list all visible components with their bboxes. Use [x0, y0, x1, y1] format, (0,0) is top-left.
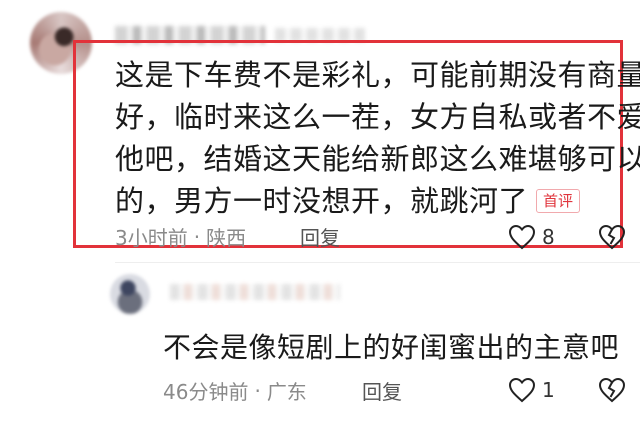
reply-like-button[interactable]: 1: [508, 377, 555, 403]
like-count: 8: [542, 225, 555, 249]
comment-location: 陕西: [206, 226, 247, 250]
broken-heart-icon: [598, 377, 626, 403]
comment-line: 好，临时来这么一茬，女方自私或者不爱: [115, 100, 640, 134]
first-comment-badge: 首评: [536, 189, 581, 213]
reply-reply-button[interactable]: 回复: [362, 376, 402, 405]
like-button[interactable]: 8: [508, 224, 555, 250]
comment-line-text: 的，男方一时没想开，就跳河了: [115, 184, 529, 218]
comment-meta: 3小时前 · 陕西: [115, 222, 246, 251]
comment-line-last: 的，男方一时没想开，就跳河了 首评: [115, 180, 635, 222]
broken-heart-icon: [598, 224, 626, 250]
comment-line: 这是下车费不是彩礼，可能前期没有商量: [115, 58, 640, 92]
reply-meta: 46分钟前 · 广东: [163, 376, 307, 405]
reply-avatar[interactable]: [110, 274, 150, 314]
reply-dislike-button[interactable]: [598, 377, 626, 403]
comment-line: 他吧，结婚这天能给新郎这么难堪够可以: [115, 142, 640, 176]
reply-body: 不会是像短剧上的好闺蜜出的主意吧: [163, 331, 620, 364]
reply-location: 广东: [266, 380, 307, 404]
reply-button[interactable]: 回复: [300, 222, 340, 251]
heart-outline-icon: [508, 224, 536, 250]
meta-separator: ·: [193, 224, 201, 249]
reply-username-blurred[interactable]: [170, 284, 340, 300]
like-count: 1: [542, 378, 555, 402]
heart-outline-icon: [508, 377, 536, 403]
divider: [115, 262, 640, 263]
meta-separator: ·: [254, 378, 261, 403]
reply-time: 46分钟前: [163, 380, 249, 404]
comment-body: 这是下车费不是彩礼，可能前期没有商量 好，临时来这么一茬，女方自私或者不爱 他吧…: [115, 54, 640, 222]
dislike-button[interactable]: [598, 224, 626, 250]
comment-time: 3小时前: [115, 226, 188, 250]
